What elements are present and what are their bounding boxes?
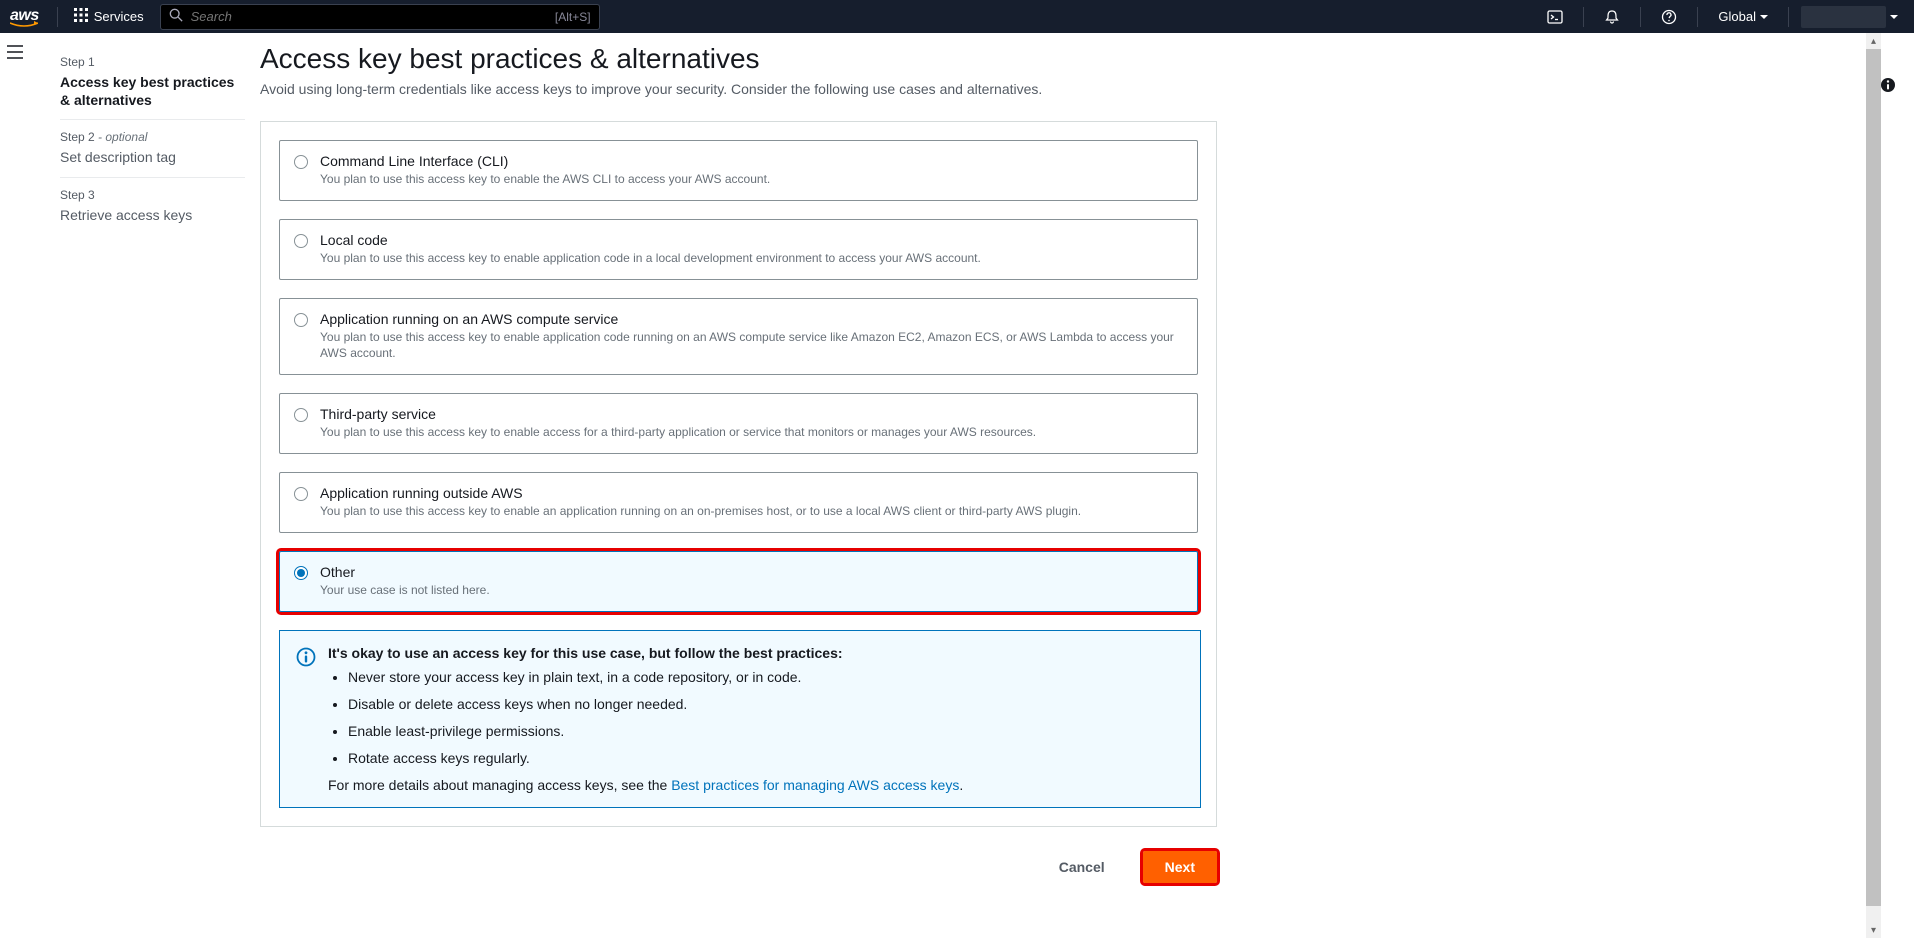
info-bullet: Enable least-privilege permissions. bbox=[348, 721, 1184, 742]
usecase-desc: You plan to use this access key to enabl… bbox=[320, 171, 1183, 188]
nav-right: Global bbox=[1535, 0, 1904, 33]
step-label: Step 3 bbox=[60, 188, 245, 202]
page-info-button[interactable] bbox=[1880, 77, 1896, 96]
nav-divider bbox=[1583, 7, 1584, 27]
help-button[interactable] bbox=[1649, 0, 1689, 33]
info-bullet: Never store your access key in plain tex… bbox=[348, 667, 1184, 688]
vertical-scrollbar[interactable]: ▴ ▾ bbox=[1866, 33, 1881, 938]
region-selector[interactable]: Global bbox=[1706, 9, 1780, 24]
nav-divider bbox=[57, 7, 58, 27]
nav-divider bbox=[1697, 7, 1698, 27]
usecase-title: Command Line Interface (CLI) bbox=[320, 153, 1183, 169]
wizard-step-2[interactable]: Step 2 - optional Set description tag bbox=[60, 119, 245, 176]
page-subtitle: Avoid using long-term credentials like a… bbox=[260, 81, 1510, 97]
usecase-desc: You plan to use this access key to enabl… bbox=[320, 250, 1183, 267]
caret-down-icon bbox=[1760, 15, 1768, 19]
usecase-desc: You plan to use this access key to enabl… bbox=[320, 503, 1183, 520]
usecase-desc: You plan to use this access key to enabl… bbox=[320, 329, 1183, 363]
content-wrapper: Step 1 Access key best practices & alter… bbox=[30, 33, 1914, 923]
caret-down-icon bbox=[1890, 15, 1898, 19]
radio-icon bbox=[294, 234, 308, 248]
main-layout: Step 1 Access key best practices & alter… bbox=[0, 33, 1914, 923]
wizard-steps: Step 1 Access key best practices & alter… bbox=[30, 33, 260, 923]
info-heading: It's okay to use an access key for this … bbox=[328, 645, 1184, 661]
usecase-desc: Your use case is not listed here. bbox=[320, 582, 1183, 599]
next-button[interactable]: Next bbox=[1143, 851, 1217, 883]
scroll-down-arrow-icon: ▾ bbox=[1866, 922, 1881, 938]
info-footer: For more details about managing access k… bbox=[328, 777, 1184, 793]
scrollbar-thumb[interactable] bbox=[1866, 49, 1881, 906]
radio-icon bbox=[294, 408, 308, 422]
region-label: Global bbox=[1718, 9, 1756, 24]
services-menu-button[interactable]: Services bbox=[66, 4, 152, 29]
wizard-step-3[interactable]: Step 3 Retrieve access keys bbox=[60, 177, 245, 234]
usecase-title: Application running on an AWS compute se… bbox=[320, 311, 1183, 327]
main-content: Access key best practices & alternatives… bbox=[260, 33, 1510, 923]
usecase-option-other[interactable]: Other Your use case is not listed here. bbox=[279, 551, 1198, 612]
usecase-title: Other bbox=[320, 564, 1183, 580]
usecase-option-outside-aws[interactable]: Application running outside AWS You plan… bbox=[279, 472, 1198, 533]
wizard-step-1[interactable]: Step 1 Access key best practices & alter… bbox=[60, 45, 245, 119]
radio-icon bbox=[294, 155, 308, 169]
hamburger-toggle[interactable] bbox=[7, 45, 23, 923]
nav-divider bbox=[1788, 7, 1789, 27]
account-menu[interactable] bbox=[1801, 6, 1886, 28]
top-nav: aws Services [Alt+S] Global bbox=[0, 0, 1914, 33]
info-bullet: Rotate access keys regularly. bbox=[348, 748, 1184, 769]
search-icon bbox=[169, 8, 191, 25]
cloudshell-button[interactable] bbox=[1535, 0, 1575, 33]
best-practices-link[interactable]: Best practices for managing AWS access k… bbox=[671, 777, 959, 793]
grid-icon bbox=[74, 8, 88, 25]
left-rail bbox=[0, 33, 30, 923]
scroll-up-arrow-icon: ▴ bbox=[1866, 33, 1881, 49]
notifications-button[interactable] bbox=[1592, 0, 1632, 33]
info-bullet-list: Never store your access key in plain tex… bbox=[328, 667, 1184, 769]
search-shortcut-hint: [Alt+S] bbox=[555, 10, 591, 24]
search-input[interactable] bbox=[191, 9, 555, 24]
aws-logo[interactable]: aws bbox=[10, 7, 49, 27]
step-title: Set description tag bbox=[60, 148, 245, 166]
usecase-option-aws-compute[interactable]: Application running on an AWS compute se… bbox=[279, 298, 1198, 376]
usecase-desc: You plan to use this access key to enabl… bbox=[320, 424, 1183, 441]
step-label: Step 2 - optional bbox=[60, 130, 245, 144]
usecase-option-local-code[interactable]: Local code You plan to use this access k… bbox=[279, 219, 1198, 280]
page-title: Access key best practices & alternatives bbox=[260, 43, 1510, 75]
cancel-button[interactable]: Cancel bbox=[1037, 851, 1127, 883]
usecase-title: Local code bbox=[320, 232, 1183, 248]
usecase-panel: Command Line Interface (CLI) You plan to… bbox=[260, 121, 1217, 827]
usecase-title: Third-party service bbox=[320, 406, 1183, 422]
usecase-option-cli[interactable]: Command Line Interface (CLI) You plan to… bbox=[279, 140, 1198, 201]
radio-icon bbox=[294, 313, 308, 327]
nav-divider bbox=[1640, 7, 1641, 27]
services-label: Services bbox=[94, 9, 144, 24]
wizard-footer-actions: Cancel Next bbox=[260, 851, 1217, 883]
radio-icon bbox=[294, 566, 308, 580]
step-label: Step 1 bbox=[60, 55, 245, 69]
info-icon bbox=[296, 645, 316, 793]
global-search[interactable]: [Alt+S] bbox=[160, 4, 600, 30]
radio-icon bbox=[294, 487, 308, 501]
step-title: Access key best practices & alternatives bbox=[60, 73, 245, 109]
usecase-title: Application running outside AWS bbox=[320, 485, 1183, 501]
info-bullet: Disable or delete access keys when no lo… bbox=[348, 694, 1184, 715]
best-practices-info: It's okay to use an access key for this … bbox=[279, 630, 1201, 808]
usecase-option-third-party[interactable]: Third-party service You plan to use this… bbox=[279, 393, 1198, 454]
step-title: Retrieve access keys bbox=[60, 206, 245, 224]
